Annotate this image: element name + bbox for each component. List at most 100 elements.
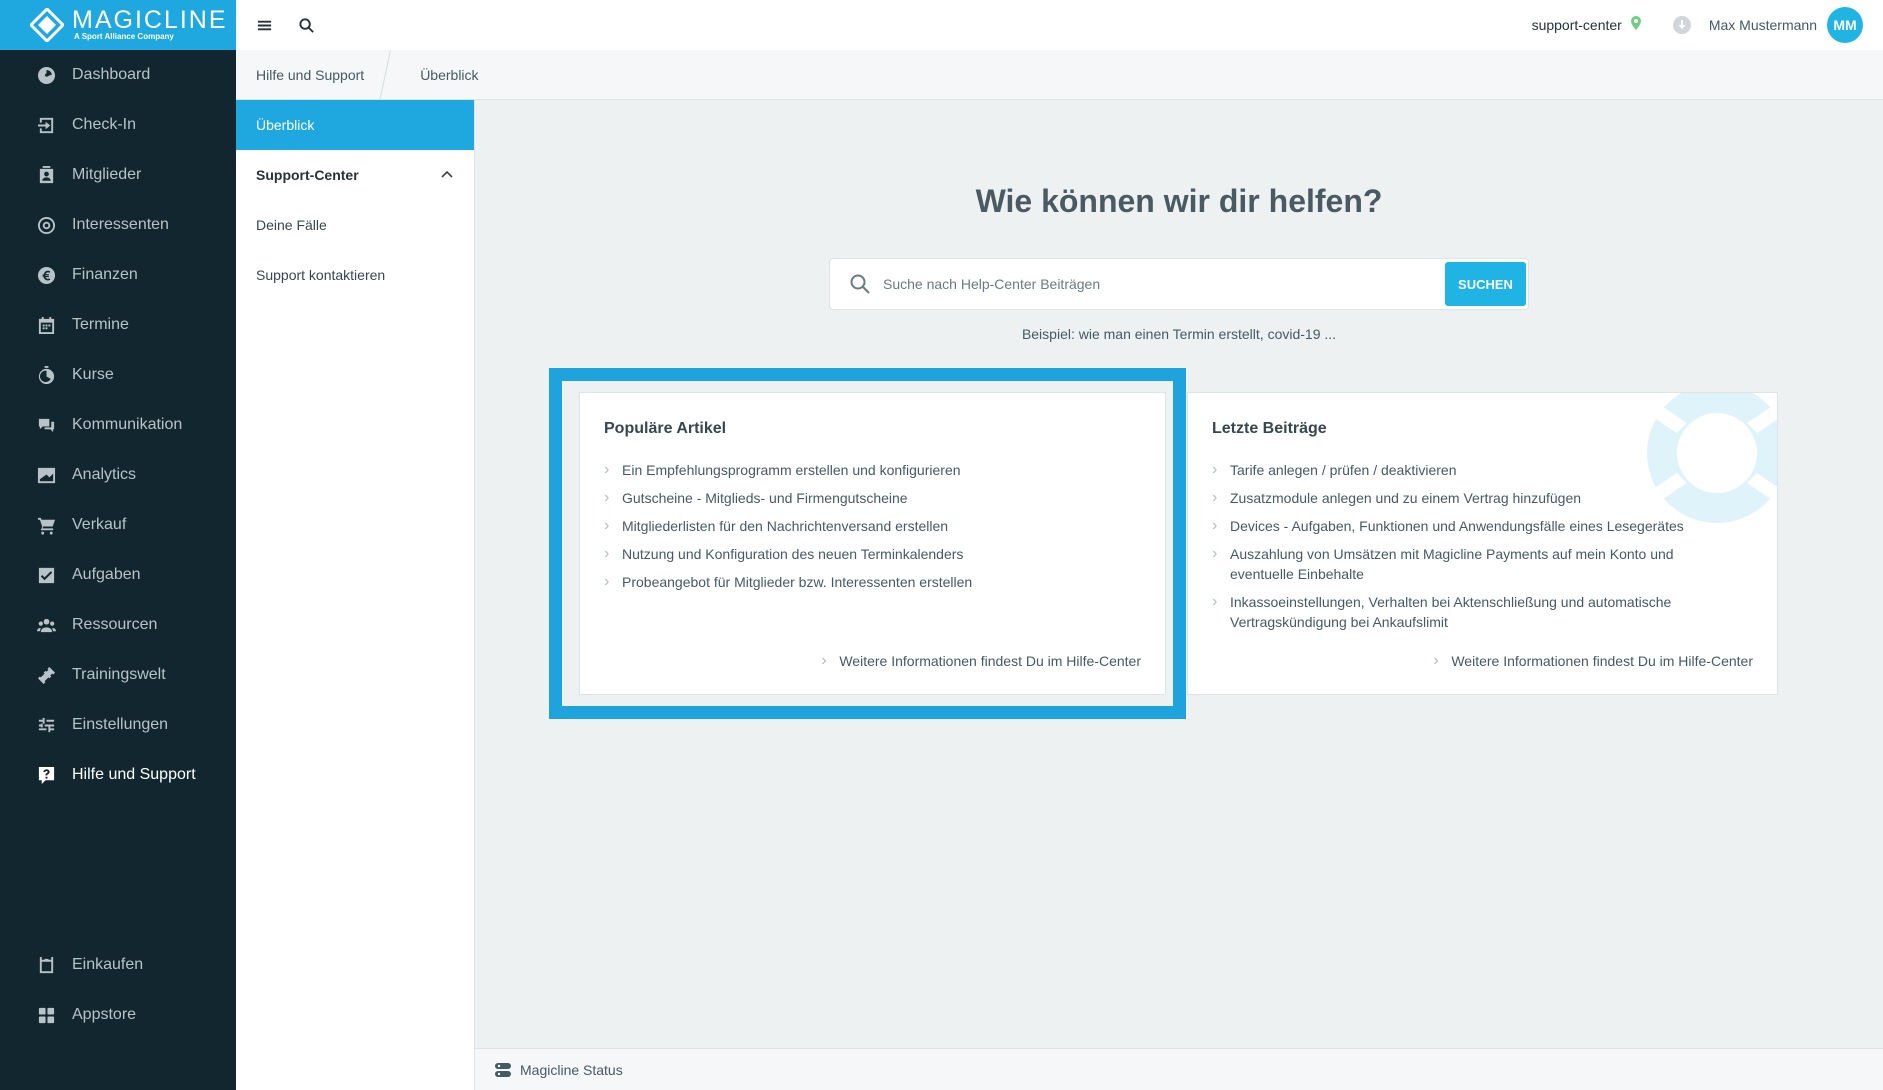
apps-icon [36,1005,56,1025]
nav-label: Check-In [72,116,137,133]
nav-item-shop[interactable]: Einkaufen [0,940,236,990]
search-button[interactable]: SUCHEN [1445,262,1526,306]
article-link[interactable]: Zusatzmodule anlegen und zu einem Vertra… [1212,488,1707,508]
sliders-icon [36,715,56,735]
nav-label: Aufgaben [72,566,141,583]
nav-label: Hilfe und Support [72,766,196,783]
members-icon [36,165,56,185]
article-list: Tarife anlegen / prüfen / deaktivieren Z… [1212,460,1707,640]
chat-icon [36,415,56,435]
dashboard-icon [36,65,56,85]
nav-label: Kurse [72,366,114,383]
article-link[interactable]: Ein Empfehlungsprogramm erstellen und ko… [604,460,1105,480]
breadcrumb-current: Überblick [420,66,479,83]
subnav-contact-support[interactable]: Support kontaktieren [236,250,474,300]
search-input[interactable] [883,264,1445,304]
article-link[interactable]: Devices - Aufgaben, Funktionen und Anwen… [1212,516,1707,536]
subnav-overview[interactable]: Überblick [236,100,474,150]
nav-item-check-in[interactable]: Check-In [0,100,236,150]
breadcrumb: Hilfe und Support Überblick [236,50,1883,100]
article-link[interactable]: Auszahlung von Umsätzen mit Magicline Pa… [1212,544,1707,584]
nav-item-courses[interactable]: Kurse [0,350,236,400]
download-icon[interactable] [1672,15,1692,35]
article-link[interactable]: Tarife anlegen / prüfen / deaktivieren [1212,460,1707,480]
nav-item-communication[interactable]: Kommunikation [0,400,236,450]
studio-selector[interactable]: support-center [1532,17,1622,33]
section-subnav: Überblick Support-Center Deine Fälle Sup… [236,100,475,1090]
user-avatar[interactable]: MM [1827,7,1863,43]
leads-icon [36,215,56,235]
chevron-up-icon[interactable] [440,168,454,182]
nav-item-appointments[interactable]: Termine [0,300,236,350]
nav-item-members[interactable]: Mitglieder [0,150,236,200]
article-link[interactable]: Mitgliederlisten für den Nachrichtenvers… [604,516,1105,536]
dumbbell-icon [36,665,56,685]
popular-articles-card: Populäre Artikel Ein Empfehlungsprogramm… [579,392,1166,695]
main-nav: Dashboard Check-In Mitglieder Interessen… [0,50,236,800]
nav-label: Ressourcen [72,616,158,633]
search-icon [849,273,871,295]
search-hint: Beispiel: wie man einen Termin erstellt,… [1021,326,1337,342]
hamburger-menu-icon[interactable] [254,15,274,35]
location-pin-icon [1630,15,1642,35]
help-center-link[interactable]: Weitere Informationen findest Du im Hilf… [821,652,1141,670]
help-search: SUCHE N [829,258,1529,310]
nav-item-appstore[interactable]: Appstore [0,990,236,1040]
cart-icon [36,515,56,535]
article-link[interactable]: Gutscheine - Mitglieds- und Firmengutsch… [604,488,1105,508]
nav-item-sales[interactable]: Verkauf [0,500,236,550]
status-link[interactable]: Magicline Status [520,1062,623,1078]
breadcrumb-item[interactable]: Hilfe und Support [256,50,364,100]
nav-label: Verkauf [72,516,127,533]
recent-posts-card: Letzte Beiträge Tarife anlegen / prüfen … [1187,392,1778,695]
card-title: Letzte Beiträge [1212,420,1327,437]
nav-label: Mitglieder [72,166,142,183]
help-overview: Wie können wir dir helfen? SUCHEN Beispi… [475,100,1883,1048]
nav-label: Einkaufen [72,956,144,973]
nav-item-analytics[interactable]: Analytics [0,450,236,500]
nav-label: Finanzen [72,266,138,283]
help-icon [36,765,56,785]
task-icon [36,565,56,585]
stopwatch-icon [36,365,56,385]
brand-name: MAGICLINE [72,6,228,34]
nav-label: Analytics [72,466,137,483]
nav-item-settings[interactable]: Einstellungen [0,700,236,750]
nav-item-tasks[interactable]: Aufgaben [0,550,236,600]
main-sidebar: MAGICLINE A Sport Alliance Company Dashb… [0,0,236,1090]
nav-label: Interessenten [72,216,169,233]
calendar-icon [36,315,56,335]
article-link[interactable]: Nutzung und Konfiguration des neuen Term… [604,544,1105,564]
magicline-logo-icon [30,8,64,42]
help-center-link[interactable]: Weitere Informationen findest Du im Hilf… [1433,652,1753,670]
nav-label: Kommunikation [72,416,183,433]
subnav-cases[interactable]: Deine Fälle [236,200,474,250]
nav-item-dashboard[interactable]: Dashboard [0,50,236,100]
nav-item-leads[interactable]: Interessenten [0,200,236,250]
nav-label: Dashboard [72,66,151,83]
brand-logo[interactable]: MAGICLINE A Sport Alliance Company [0,0,236,50]
nav-item-finance[interactable]: Finanzen [0,250,236,300]
nav-item-training[interactable]: Trainingswelt [0,650,236,700]
chart-icon [36,465,56,485]
search-icon[interactable] [296,15,316,35]
page-title: Wie können wir dir helfen? [975,183,1383,219]
article-link[interactable]: Probeangebot für Mitglieder bzw. Interes… [604,572,1105,592]
article-list: Ein Empfehlungsprogramm erstellen und ko… [604,460,1105,600]
top-bar: support-center Max Mustermann MM [236,0,1883,50]
shop-icon [36,955,56,975]
article-link[interactable]: Inkassoeinstellungen, Verhalten bei Akte… [1212,592,1707,632]
subnav-group-label: Support-Center [256,167,359,183]
nav-item-help-support[interactable]: Hilfe und Support [0,750,236,800]
nav-item-resources[interactable]: Ressourcen [0,600,236,650]
euro-icon [36,265,56,285]
nav-label: Trainingswelt [72,666,166,683]
user-name[interactable]: Max Mustermann [1709,17,1817,33]
breadcrumb-separator [380,50,402,100]
check-in-icon [36,115,56,135]
people-icon [36,615,56,635]
subnav-group-support-center[interactable]: Support-Center [236,150,474,200]
nav-label: Termine [72,316,129,333]
card-title: Populäre Artikel [604,420,727,437]
bottom-nav: Einkaufen Appstore [0,940,236,1040]
